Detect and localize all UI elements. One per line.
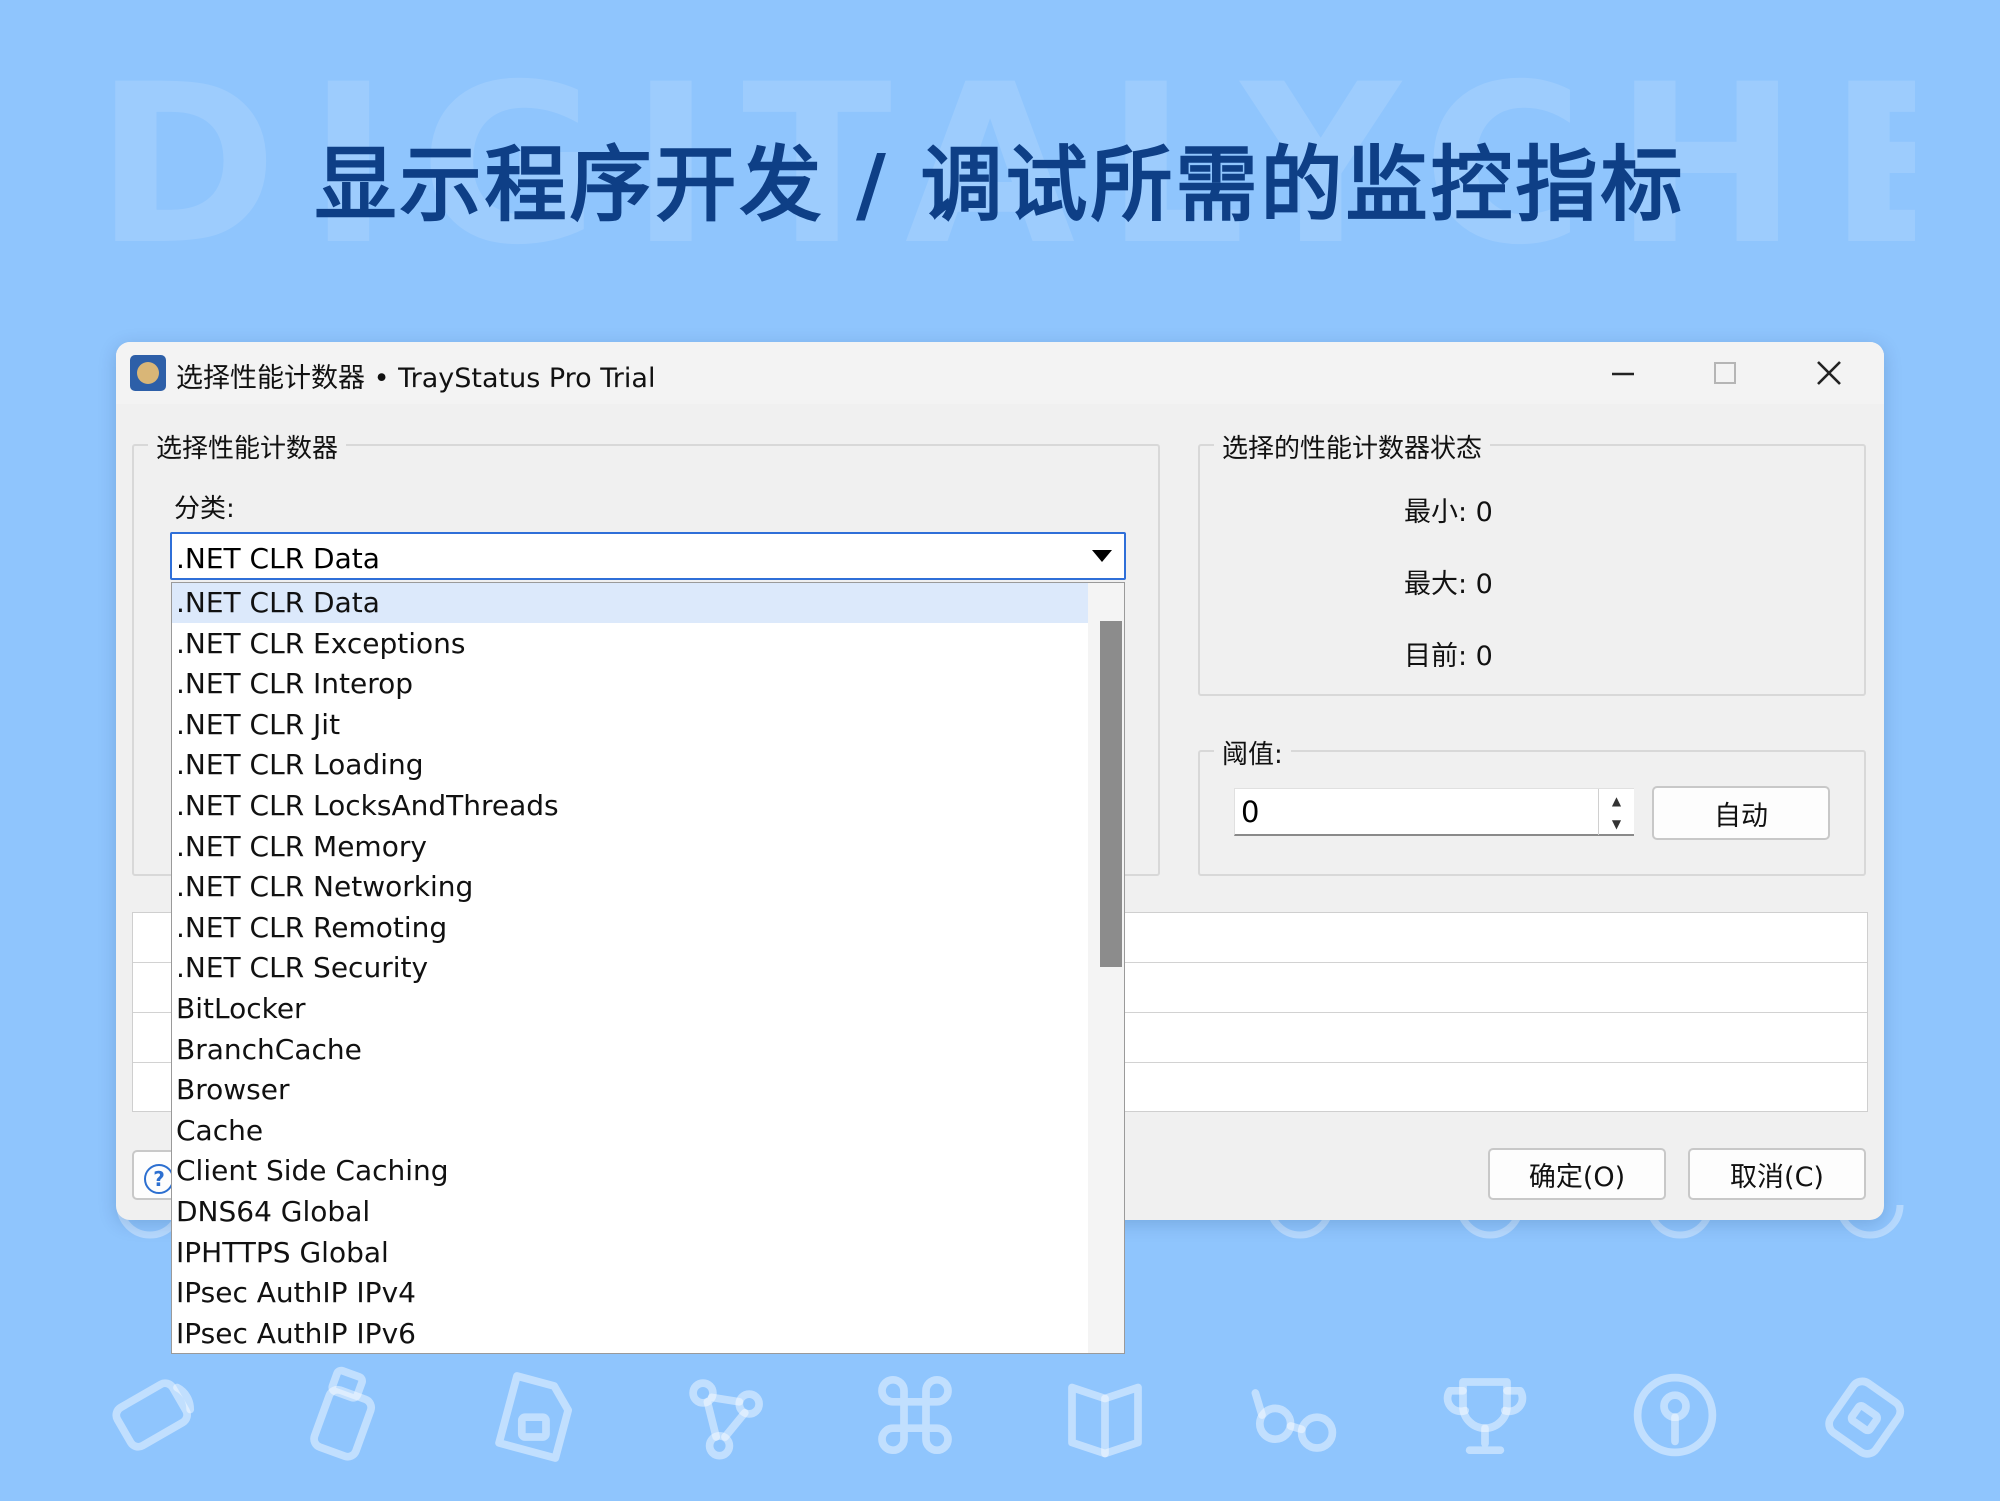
close-button[interactable]: [1792, 350, 1866, 396]
dropdown-item[interactable]: DNS64 Global: [172, 1192, 1090, 1232]
stat-current: 目前: 0: [1404, 641, 1493, 672]
dropdown-item[interactable]: .NET CLR Jit: [172, 705, 1090, 745]
command-key-icon: [878, 1375, 952, 1455]
maximize-icon: [1714, 362, 1736, 384]
dropdown-arrow-icon[interactable]: [1092, 550, 1112, 562]
close-icon: [1817, 361, 1841, 385]
key-icon: [1633, 1373, 1717, 1457]
threshold-group-label: 阈值:: [1214, 734, 1291, 771]
title-bar[interactable]: 选择性能计数器 • TrayStatus Pro Trial: [116, 342, 1884, 404]
dropdown-item[interactable]: BitLocker: [172, 989, 1090, 1029]
category-combobox[interactable]: .NET CLR Data: [170, 532, 1126, 580]
threshold-spinbox[interactable]: 0 ▲ ▼: [1234, 788, 1634, 836]
dropdown-item[interactable]: Client Side Caching: [172, 1151, 1090, 1191]
threshold-value: 0: [1241, 795, 1260, 829]
dropdown-scrollbar[interactable]: [1088, 583, 1124, 1353]
scrollbar-thumb[interactable]: [1100, 621, 1122, 967]
dropdown-item[interactable]: BranchCache: [172, 1030, 1090, 1070]
tag-icon: [1825, 1377, 1905, 1458]
cancel-button[interactable]: 取消(C): [1688, 1148, 1866, 1200]
keyboard-icon: [112, 1379, 195, 1451]
category-dropdown-list[interactable]: .NET CLR Data .NET CLR Exceptions .NET CLR…: [171, 582, 1125, 1354]
minimize-button[interactable]: [1586, 350, 1660, 396]
dropdown-item[interactable]: IPsec AuthIP IPv4: [172, 1273, 1090, 1313]
counter-group-label: 选择性能计数器: [148, 428, 347, 465]
stat-min: 最小: 0: [1404, 497, 1493, 528]
dropdown-item[interactable]: .NET CLR Data: [172, 583, 1090, 623]
glasses-icon: [1251, 1389, 1337, 1452]
dropdown-item[interactable]: IPsec AuthIP IPv6: [172, 1314, 1090, 1353]
status-group-label: 选择的性能计数器状态: [1214, 428, 1491, 465]
category-label: 分类:: [174, 494, 235, 524]
dropdown-item[interactable]: .NET CLR Exceptions: [172, 624, 1090, 664]
book-icon: [1068, 1383, 1142, 1458]
maximize-button[interactable]: [1688, 350, 1762, 396]
ok-button[interactable]: 确定(O): [1488, 1148, 1666, 1200]
window-title: 选择性能计数器 • TrayStatus Pro Trial: [176, 363, 656, 394]
trophy-icon: [1443, 1378, 1527, 1455]
page-headline: 显示程序开发 / 调试所需的监控指标: [314, 138, 1686, 233]
dropdown-item[interactable]: .NET CLR Security: [172, 948, 1090, 988]
status-group: 选择的性能计数器状态: [1198, 428, 1866, 696]
spin-up-icon[interactable]: ▲: [1599, 789, 1634, 812]
dropdown-item[interactable]: .NET CLR Networking: [172, 867, 1090, 907]
help-icon: ?: [144, 1164, 174, 1194]
minimize-icon: [1612, 372, 1634, 376]
stat-max: 最大: 0: [1404, 569, 1493, 600]
usb-drive-icon: [310, 1366, 376, 1461]
spin-buttons: ▲ ▼: [1598, 789, 1634, 835]
dropdown-item[interactable]: .NET CLR Memory: [172, 827, 1090, 867]
dropdown-item[interactable]: .NET CLR Interop: [172, 664, 1090, 704]
network-nodes-icon: [689, 1379, 763, 1460]
dropdown-item[interactable]: .NET CLR LocksAndThreads: [172, 786, 1090, 826]
dropdown-item[interactable]: .NET CLR Loading: [172, 745, 1090, 785]
decorative-icon-row: [90, 1360, 1920, 1480]
spin-down-icon[interactable]: ▼: [1599, 812, 1634, 835]
category-combobox-value: .NET CLR Data: [176, 542, 380, 575]
dropdown-item[interactable]: .NET CLR Remoting: [172, 908, 1090, 948]
dropdown-item[interactable]: Browser: [172, 1070, 1090, 1110]
dropdown-item[interactable]: IPHTTPS Global: [172, 1233, 1090, 1273]
document-lock-icon: [495, 1372, 573, 1462]
auto-button[interactable]: 自动: [1652, 786, 1830, 840]
app-icon: [130, 355, 166, 391]
dropdown-item[interactable]: Cache: [172, 1111, 1090, 1151]
